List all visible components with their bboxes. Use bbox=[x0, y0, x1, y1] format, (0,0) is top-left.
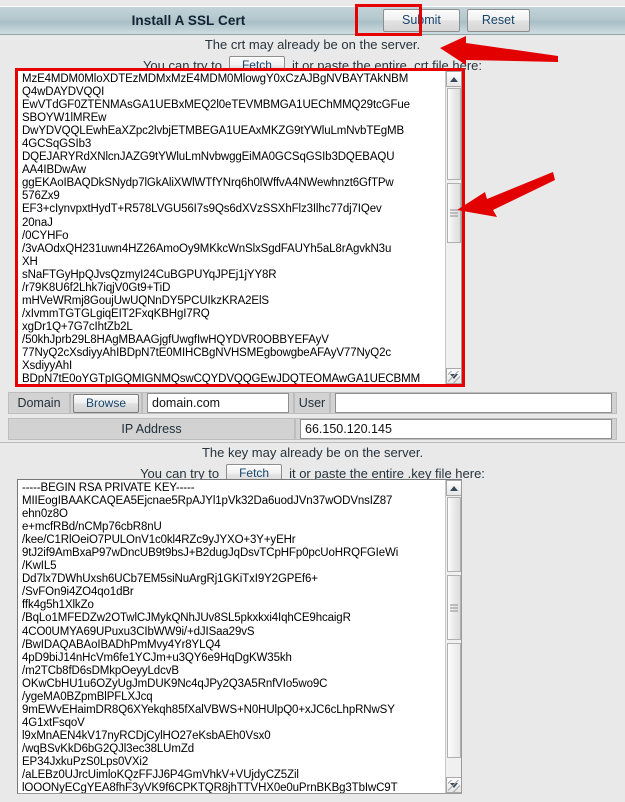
user-label: User bbox=[294, 392, 330, 414]
ssl-install-page: Install A SSL Cert Submit Reset The crt … bbox=[0, 0, 625, 802]
key-instructions: The key may already be on the server. Yo… bbox=[0, 444, 625, 484]
key-scroll-thumb-upper[interactable] bbox=[447, 497, 461, 572]
window-titlebar: Install A SSL Cert Submit Reset bbox=[0, 6, 625, 35]
grip-icon bbox=[450, 209, 458, 217]
titlebar-actions: Submit Reset bbox=[377, 6, 625, 35]
domain-input[interactable] bbox=[147, 393, 289, 413]
domain-label: Domain bbox=[8, 392, 70, 414]
crt-notice-line: The crt may already be on the server. bbox=[204, 37, 421, 52]
page-title: Install A SSL Cert bbox=[131, 13, 246, 28]
user-input[interactable] bbox=[335, 393, 612, 413]
ip-address-input[interactable] bbox=[300, 419, 612, 439]
key-scroll-track-fill[interactable] bbox=[447, 643, 461, 758]
section-divider bbox=[0, 442, 625, 443]
submit-button[interactable]: Submit bbox=[383, 9, 460, 32]
ip-address-input-cell bbox=[295, 418, 617, 440]
crt-scroll-up-button[interactable] bbox=[446, 71, 461, 87]
crt-scroll-thumb[interactable] bbox=[447, 183, 461, 243]
ip-address-row: IP Address bbox=[8, 418, 617, 440]
annotation-arrow-middle bbox=[457, 172, 555, 217]
user-input-cell bbox=[330, 392, 617, 414]
key-textarea-container[interactable]: -----BEGIN RSA PRIVATE KEY----- MIIEogIB… bbox=[17, 479, 462, 794]
crt-textarea-container[interactable]: MzE4MDM0MloXDTEzMDMxMzE4MDM0MlowgY0xCzAJ… bbox=[17, 70, 462, 385]
key-scrollbar[interactable] bbox=[445, 480, 461, 793]
crt-scrollbar[interactable] bbox=[445, 71, 461, 384]
crt-scroll-thumb-upper[interactable] bbox=[447, 88, 461, 180]
key-textarea[interactable]: -----BEGIN RSA PRIVATE KEY----- MIIEogIB… bbox=[18, 480, 445, 793]
chevron-up-icon bbox=[450, 485, 458, 491]
crt-resize-handle[interactable] bbox=[448, 371, 460, 383]
domain-input-cell bbox=[142, 392, 294, 414]
key-resize-handle[interactable] bbox=[448, 780, 460, 792]
key-scroll-thumb[interactable] bbox=[447, 575, 461, 640]
crt-textarea[interactable]: MzE4MDM0MloXDTEzMDMxMzE4MDM0MlowgY0xCzAJ… bbox=[18, 71, 445, 384]
titlebar-left-region: Install A SSL Cert bbox=[0, 6, 377, 35]
browse-button[interactable]: Browse bbox=[73, 393, 140, 413]
key-scroll-up-button[interactable] bbox=[446, 480, 461, 496]
domain-row: Domain Browse User bbox=[8, 392, 617, 414]
ip-address-label: IP Address bbox=[8, 418, 295, 440]
reset-button[interactable]: Reset bbox=[466, 9, 530, 32]
chevron-up-icon bbox=[450, 76, 458, 82]
grip-icon bbox=[450, 604, 458, 611]
browse-cell: Browse bbox=[70, 392, 142, 414]
key-notice-line: The key may already be on the server. bbox=[201, 445, 424, 460]
